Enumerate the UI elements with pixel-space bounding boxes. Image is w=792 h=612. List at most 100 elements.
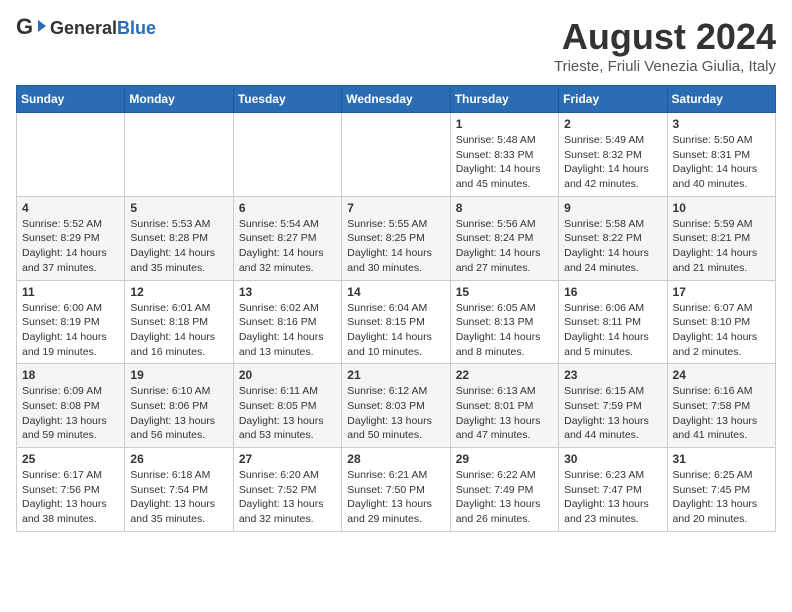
day-number: 19 [130,368,227,382]
day-number: 18 [22,368,119,382]
calendar-cell [125,113,233,197]
day-number: 20 [239,368,336,382]
day-info: Sunrise: 6:16 AM Sunset: 7:58 PM Dayligh… [673,384,770,443]
logo-icon: G [16,16,46,40]
day-number: 7 [347,201,444,215]
day-number: 25 [22,452,119,466]
day-info: Sunrise: 6:13 AM Sunset: 8:01 PM Dayligh… [456,384,553,443]
day-info: Sunrise: 6:12 AM Sunset: 8:03 PM Dayligh… [347,384,444,443]
day-number: 9 [564,201,661,215]
day-number: 17 [673,285,770,299]
day-number: 11 [22,285,119,299]
day-number: 3 [673,117,770,131]
day-info: Sunrise: 6:23 AM Sunset: 7:47 PM Dayligh… [564,468,661,527]
day-number: 22 [456,368,553,382]
day-info: Sunrise: 5:59 AM Sunset: 8:21 PM Dayligh… [673,217,770,276]
calendar-cell: 1 Sunrise: 5:48 AM Sunset: 8:33 PM Daylig… [450,113,558,197]
calendar-cell: 29Sunrise: 6:22 AM Sunset: 7:49 PM Dayli… [450,448,558,532]
day-info: Sunrise: 5:56 AM Sunset: 8:24 PM Dayligh… [456,217,553,276]
calendar-week-row: 1 Sunrise: 5:48 AM Sunset: 8:33 PM Daylig… [17,113,776,197]
day-number: 16 [564,285,661,299]
day-number: 13 [239,285,336,299]
day-info: Sunrise: 6:10 AM Sunset: 8:06 PM Dayligh… [130,384,227,443]
day-number: 6 [239,201,336,215]
calendar-week-row: 4 Sunrise: 5:52 AM Sunset: 8:29 PM Daylig… [17,196,776,280]
calendar-cell: 30 Sunrise: 6:23 AM Sunset: 7:47 PM Dayli… [559,448,667,532]
day-info: Sunrise: 5:48 AM Sunset: 8:33 PM Dayligh… [456,133,553,192]
calendar-header: SundayMondayTuesdayWednesdayThursdayFrid… [17,86,776,113]
calendar-table: SundayMondayTuesdayWednesdayThursdayFrid… [16,85,776,532]
day-info: Sunrise: 6:17 AM Sunset: 7:56 PM Dayligh… [22,468,119,527]
day-number: 2 [564,117,661,131]
page-header: G GeneralBlue August 2024 Trieste, Friul… [16,16,776,75]
day-info: Sunrise: 5:53 AM Sunset: 8:28 PM Dayligh… [130,217,227,276]
day-of-week-header: Wednesday [342,86,450,113]
title-area: August 2024 Trieste, Friuli Venezia Giul… [554,16,776,75]
day-info: Sunrise: 6:02 AM Sunset: 8:16 PM Dayligh… [239,301,336,360]
calendar-cell: 21Sunrise: 6:12 AM Sunset: 8:03 PM Dayli… [342,364,450,448]
calendar-cell: 16 Sunrise: 6:06 AM Sunset: 8:11 PM Dayli… [559,280,667,364]
day-number: 14 [347,285,444,299]
calendar-cell: 3Sunrise: 5:50 AM Sunset: 8:31 PM Daylig… [667,113,775,197]
day-info: Sunrise: 6:22 AM Sunset: 7:49 PM Dayligh… [456,468,553,527]
calendar-cell [342,113,450,197]
logo-general: General [50,18,117,38]
day-info: Sunrise: 6:20 AM Sunset: 7:52 PM Dayligh… [239,468,336,527]
logo-blue: Blue [117,18,156,38]
day-info: Sunrise: 6:05 AM Sunset: 8:13 PM Dayligh… [456,301,553,360]
calendar-cell: 23 Sunrise: 6:15 AM Sunset: 7:59 PM Dayli… [559,364,667,448]
day-info: Sunrise: 6:01 AM Sunset: 8:18 PM Dayligh… [130,301,227,360]
day-number: 1 [456,117,553,131]
calendar-cell: 28Sunrise: 6:21 AM Sunset: 7:50 PM Dayli… [342,448,450,532]
calendar-cell: 26Sunrise: 6:18 AM Sunset: 7:54 PM Dayli… [125,448,233,532]
calendar-cell: 24 Sunrise: 6:16 AM Sunset: 7:58 PM Dayli… [667,364,775,448]
calendar-cell: 12Sunrise: 6:01 AM Sunset: 8:18 PM Dayli… [125,280,233,364]
day-info: Sunrise: 5:58 AM Sunset: 8:22 PM Dayligh… [564,217,661,276]
day-of-week-header: Tuesday [233,86,341,113]
main-title: August 2024 [554,16,776,58]
calendar-cell: 22 Sunrise: 6:13 AM Sunset: 8:01 PM Dayli… [450,364,558,448]
day-info: Sunrise: 6:06 AM Sunset: 8:11 PM Dayligh… [564,301,661,360]
calendar-body: 1 Sunrise: 5:48 AM Sunset: 8:33 PM Daylig… [17,113,776,532]
calendar-cell: 10 Sunrise: 5:59 AM Sunset: 8:21 PM Dayli… [667,196,775,280]
day-info: Sunrise: 6:00 AM Sunset: 8:19 PM Dayligh… [22,301,119,360]
day-number: 5 [130,201,227,215]
calendar-cell: 17 Sunrise: 6:07 AM Sunset: 8:10 PM Dayli… [667,280,775,364]
subtitle: Trieste, Friuli Venezia Giulia, Italy [554,58,776,75]
calendar-cell: 25 Sunrise: 6:17 AM Sunset: 7:56 PM Dayli… [17,448,125,532]
day-number: 24 [673,368,770,382]
day-number: 27 [239,452,336,466]
day-of-week-header: Friday [559,86,667,113]
day-info: Sunrise: 6:18 AM Sunset: 7:54 PM Dayligh… [130,468,227,527]
day-of-week-header: Monday [125,86,233,113]
day-number: 31 [673,452,770,466]
day-number: 23 [564,368,661,382]
calendar-week-row: 11 Sunrise: 6:00 AM Sunset: 8:19 PM Dayli… [17,280,776,364]
calendar-cell [233,113,341,197]
day-of-week-header: Thursday [450,86,558,113]
calendar-cell: 7 Sunrise: 5:55 AM Sunset: 8:25 PM Daylig… [342,196,450,280]
calendar-cell: 15Sunrise: 6:05 AM Sunset: 8:13 PM Dayli… [450,280,558,364]
day-number: 8 [456,201,553,215]
calendar-week-row: 25 Sunrise: 6:17 AM Sunset: 7:56 PM Dayli… [17,448,776,532]
day-of-week-header: Sunday [17,86,125,113]
day-info: Sunrise: 6:09 AM Sunset: 8:08 PM Dayligh… [22,384,119,443]
day-info: Sunrise: 5:52 AM Sunset: 8:29 PM Dayligh… [22,217,119,276]
day-number: 4 [22,201,119,215]
day-number: 28 [347,452,444,466]
day-of-week-header: Saturday [667,86,775,113]
day-info: Sunrise: 6:07 AM Sunset: 8:10 PM Dayligh… [673,301,770,360]
calendar-cell: 14Sunrise: 6:04 AM Sunset: 8:15 PM Dayli… [342,280,450,364]
calendar-cell: 31Sunrise: 6:25 AM Sunset: 7:45 PM Dayli… [667,448,775,532]
calendar-cell: 20Sunrise: 6:11 AM Sunset: 8:05 PM Dayli… [233,364,341,448]
day-info: Sunrise: 5:54 AM Sunset: 8:27 PM Dayligh… [239,217,336,276]
day-number: 10 [673,201,770,215]
day-info: Sunrise: 6:15 AM Sunset: 7:59 PM Dayligh… [564,384,661,443]
calendar-cell: 11 Sunrise: 6:00 AM Sunset: 8:19 PM Dayli… [17,280,125,364]
calendar-cell [17,113,125,197]
svg-text:G: G [16,16,33,39]
calendar-cell: 8 Sunrise: 5:56 AM Sunset: 8:24 PM Daylig… [450,196,558,280]
calendar-cell: 5 Sunrise: 5:53 AM Sunset: 8:28 PM Daylig… [125,196,233,280]
day-number: 30 [564,452,661,466]
day-info: Sunrise: 5:55 AM Sunset: 8:25 PM Dayligh… [347,217,444,276]
